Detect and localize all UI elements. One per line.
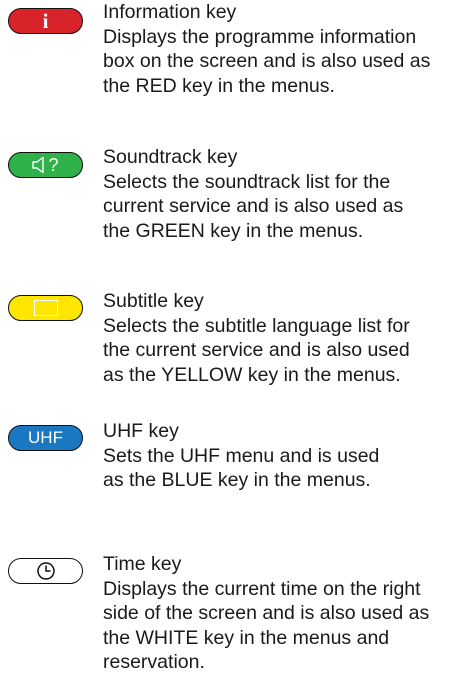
key-description: Time key Displays the current time on th…: [103, 552, 463, 675]
key-description-line: Displays the current time on the right: [103, 577, 421, 600]
subtitle-box-icon: [33, 300, 58, 316]
uhf-label: UHF: [28, 428, 63, 447]
green-soundtrack-button: ?: [8, 152, 83, 178]
key-description-line: as the BLUE key in the menus.: [103, 469, 371, 491]
key-description-line: box on the screen and is also used as: [103, 50, 431, 72]
yellow-subtitle-button: [8, 295, 83, 321]
key-description-line: reservation.: [103, 651, 205, 673]
key-description-line: as the YELLOW key in the menus.: [103, 363, 401, 386]
red-info-button: i: [8, 8, 83, 34]
clock-icon: [36, 562, 55, 580]
key-description: UHF key Sets the UHF menu and is used as…: [103, 419, 463, 493]
key-description-line: the WHITE key in the menus and: [103, 626, 390, 649]
key-description-line: Selects the subtitle language list for: [103, 314, 410, 337]
key-description-line: Displays the programme information: [103, 25, 417, 48]
key-description-line: current service and is also used as: [103, 195, 404, 217]
key-title: Subtitle key: [103, 290, 204, 312]
key-description-line: the current service and is also used: [103, 339, 410, 361]
key-title: Soundtrack key: [103, 146, 238, 168]
key-description: Subtitle key Selects the subtitle langua…: [103, 289, 463, 387]
question-mark-icon: ?: [48, 154, 59, 175]
key-description-line: Selects the soundtrack list for the: [103, 170, 391, 193]
blue-uhf-button: UHF: [8, 425, 83, 451]
speaker-icon: [32, 156, 45, 174]
key-description: Information key Displays the programme i…: [103, 0, 463, 98]
key-description: Soundtrack key Selects the soundtrack li…: [103, 145, 463, 243]
key-description-line: Sets the UHF menu and is used: [103, 444, 380, 467]
key-description-line: the GREEN key in the menus.: [103, 219, 364, 242]
info-icon: i: [42, 8, 49, 33]
key-title: UHF key: [103, 420, 179, 442]
key-description-line: side of the screen and is also used as: [103, 602, 430, 624]
white-time-button: [8, 558, 83, 584]
key-title: Information key: [103, 1, 237, 23]
key-description-line: the RED key in the menus.: [103, 74, 335, 97]
key-title: Time key: [103, 553, 182, 575]
